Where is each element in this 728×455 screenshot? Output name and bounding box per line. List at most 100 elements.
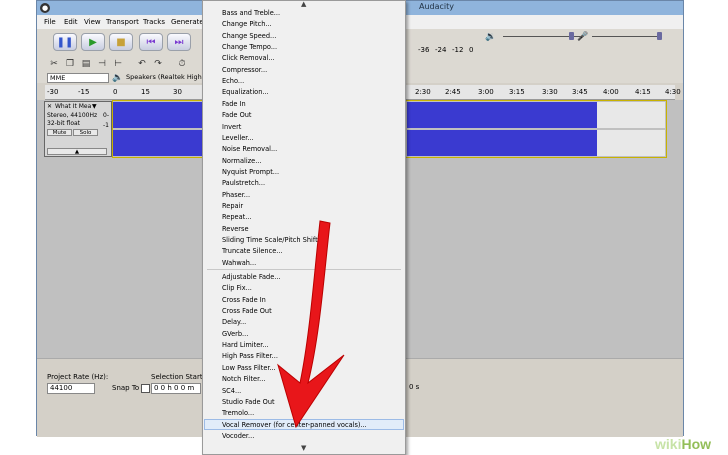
wikihow-logo: wikiHow [655,436,711,452]
red-arrow-annotation [277,220,345,429]
effect-menu-item[interactable]: SC4... [222,387,241,395]
ruler-tick: -15 [78,88,90,96]
effect-menu-item[interactable]: Change Pitch... [222,20,272,28]
selection-start-label: Selection Start: [151,373,205,381]
ruler-tick: 3:15 [509,88,525,96]
effect-menu-item[interactable]: Wahwah... [222,259,256,267]
project-rate-select[interactable]: 44100 [47,383,95,394]
chevron-up-icon[interactable]: ▲ [301,0,306,8]
silence-icon[interactable]: ⊢ [112,59,124,69]
ruler-tick: 3:45 [572,88,588,96]
snap-to-label: Snap To [112,384,140,392]
trim-icon[interactable]: ⊣ [96,59,108,69]
chevron-down-icon[interactable]: ▼ [92,103,97,110]
effect-menu-item[interactable]: Bass and Treble... [222,9,280,17]
track-bitdepth: 32-bit float [47,120,81,127]
slider-thumb[interactable] [569,32,574,40]
effect-menu-item[interactable]: Phaser... [222,191,250,199]
effect-menu-item[interactable]: Equalization... [222,88,269,96]
effect-menu-item[interactable]: Click Removal... [222,54,275,62]
effect-menu-item[interactable]: Repeat... [222,213,252,221]
menu-file[interactable]: File [44,18,56,26]
track-name[interactable]: What It Mea [55,103,91,110]
skip-start-icon[interactable]: ⏮ [139,33,163,51]
slider-thumb[interactable] [657,32,662,40]
scale-bottom: -1 [103,122,109,129]
effect-menu-item[interactable]: GVerb... [222,330,248,338]
ruler-tick: 15 [141,88,150,96]
effect-menu-item[interactable]: Repair [222,202,243,210]
ruler-tick: -30 [47,88,59,96]
effect-menu-item[interactable]: Delay... [222,318,246,326]
track-control-panel[interactable]: ✕ What It Mea ▼ Stereo, 44100Hz 32-bit f… [44,101,112,157]
ruler-tick: 4:00 [603,88,619,96]
paste-icon[interactable]: ▤ [80,59,92,69]
sync-lock-icon[interactable]: ⏱ [176,59,188,69]
snap-to-checkbox[interactable] [141,384,150,393]
stop-icon[interactable]: ■ [109,33,133,51]
ruler-tick: 4:15 [635,88,651,96]
ruler-tick: 2:30 [415,88,431,96]
mute-button[interactable]: Mute [47,129,72,136]
arrow-shape [277,220,345,429]
chevron-down-icon[interactable]: ▼ [301,444,306,452]
selection-start-field[interactable]: 0 0 h 0 0 m [151,383,201,394]
ruler-tick: 3:00 [478,88,494,96]
effect-menu-item[interactable]: Change Speed... [222,32,276,40]
ruler-tick: 0 [113,88,118,96]
cut-icon[interactable]: ✂ [48,59,60,69]
meter-tick: 0 [469,46,474,54]
speaker-icon: 🔈 [112,73,124,83]
effect-menu-item[interactable]: Paulstretch... [222,179,265,187]
close-track-icon[interactable]: ✕ [47,103,52,110]
effect-menu-item[interactable]: Nyquist Prompt... [222,168,279,176]
ruler-tick: 30 [173,88,182,96]
collapse-track-button[interactable]: ▲ [47,148,107,155]
menu-tracks[interactable]: Tracks [143,18,165,26]
menu-transport[interactable]: Transport [106,18,139,26]
output-device-select[interactable]: Speakers (Realtek High Defi [124,73,202,83]
meter-tick: -24 [435,46,447,54]
scale-top: 0- [103,112,109,119]
effect-menu-item[interactable]: Change Tempo... [222,43,277,51]
ruler-tick: 3:30 [542,88,558,96]
effect-menu-item[interactable]: Echo... [222,77,244,85]
selection-end-field[interactable]: 0 s [407,383,423,394]
effect-menu-item[interactable]: Clip Fix... [222,284,252,292]
skip-end-icon[interactable]: ⏭ [167,33,191,51]
copy-icon[interactable]: ❐ [64,59,76,69]
effect-menu-item[interactable]: Tremolo... [222,409,254,417]
meter-tick: -36 [418,46,430,54]
effect-menu-item[interactable]: Normalize... [222,157,262,165]
wikihow-how-text: How [681,436,712,452]
effect-menu-item[interactable]: Reverse [222,225,249,233]
window-title: Audacity [419,2,455,11]
recording-volume-slider[interactable] [592,36,662,37]
effect-menu-item[interactable]: Invert [222,123,241,131]
solo-button[interactable]: Solo [73,129,98,136]
host-select[interactable]: MME [47,73,109,83]
meter-tick: -12 [452,46,464,54]
effect-menu-item[interactable]: Vocoder... [222,432,254,440]
effect-menu-item[interactable]: Fade Out [222,111,252,119]
effect-menu-item[interactable]: Fade In [222,100,246,108]
wikihow-wiki-text: wiki [655,436,682,452]
effect-menu-item[interactable]: Notch Filter... [222,375,265,383]
pause-icon[interactable]: ❚❚ [53,33,77,51]
menu-edit[interactable]: Edit [64,18,78,26]
volume-icon: 🔉 [485,32,497,42]
project-rate-label: Project Rate (Hz): [47,373,109,381]
menu-generate[interactable]: Generate [171,18,204,26]
ruler-tick: 4:30 [665,88,681,96]
audacity-icon: ● [40,3,50,13]
redo-icon[interactable]: ↷ [152,59,164,69]
microphone-icon: 🎤 [577,32,589,42]
effect-menu-item[interactable]: Leveller... [222,134,254,142]
undo-icon[interactable]: ↶ [136,59,148,69]
track-format: Stereo, 44100Hz [47,112,98,119]
play-icon[interactable]: ▶ [81,33,105,51]
menu-view[interactable]: View [84,18,101,26]
effect-menu-item[interactable]: Noise Removal... [222,145,277,153]
effect-menu-item[interactable]: Compressor... [222,66,267,74]
ruler-tick: 2:45 [445,88,461,96]
